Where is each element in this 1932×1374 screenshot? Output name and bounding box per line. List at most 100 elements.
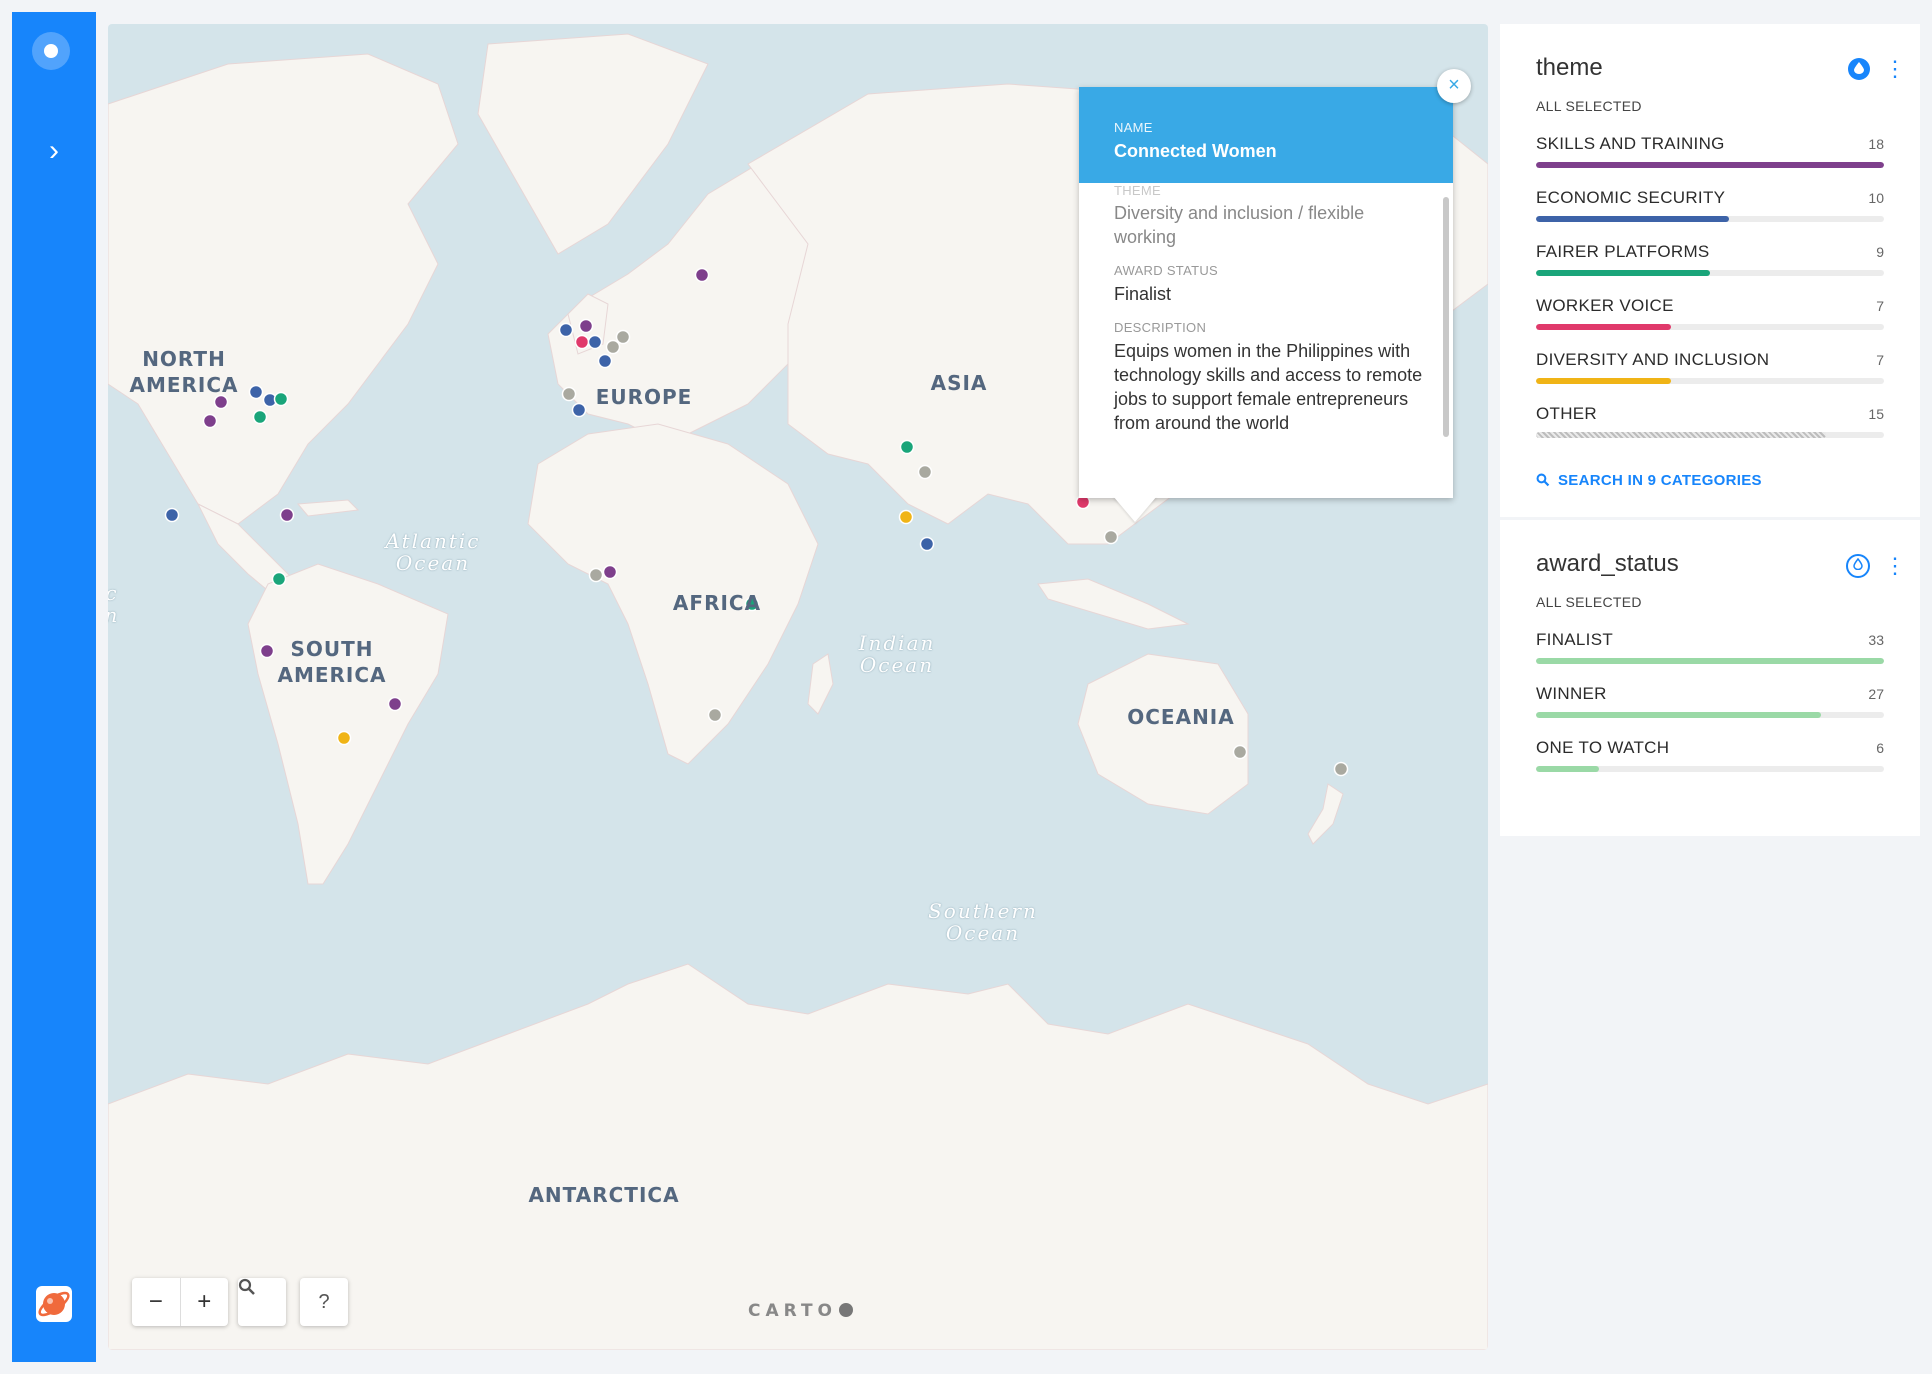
category-bar-fill <box>1536 712 1821 718</box>
continent-label-asia: ASIA <box>930 371 988 395</box>
map-marker <box>202 413 218 429</box>
category-bar-fill <box>1536 270 1710 276</box>
search-button[interactable] <box>238 1278 286 1326</box>
popup-fade <box>1079 433 1453 473</box>
color-drop-outline-icon[interactable] <box>1846 554 1870 578</box>
map-marker <box>248 384 264 400</box>
category-row[interactable]: FINALIST 33 <box>1536 630 1884 664</box>
more-options-icon[interactable]: ⋮ <box>1884 555 1906 577</box>
popup-close-button[interactable]: × <box>1437 69 1471 103</box>
map-marker <box>694 267 710 283</box>
feature-popup: NAME Connected Women THEME Diversity and… <box>1079 87 1453 498</box>
map-marker <box>259 643 275 659</box>
map-marker <box>588 567 604 583</box>
chevron-right-icon[interactable]: › <box>40 134 68 168</box>
map-marker <box>387 696 403 712</box>
more-options-icon[interactable]: ⋮ <box>1884 58 1906 80</box>
category-bar-track <box>1536 432 1884 438</box>
category-bar-track <box>1536 216 1884 222</box>
category-row[interactable]: WINNER 27 <box>1536 684 1884 718</box>
popup-body[interactable]: THEME Diversity and inclusion / flexible… <box>1079 183 1453 473</box>
category-name: OTHER <box>1536 404 1597 423</box>
category-row[interactable]: SKILLS AND TRAINING 18 <box>1536 134 1884 168</box>
continent-label-africa: AFRICA <box>672 591 762 615</box>
map-marker <box>587 334 603 350</box>
planet-logo-icon[interactable] <box>36 1286 72 1322</box>
color-drop-icon[interactable] <box>1848 58 1870 80</box>
category-row[interactable]: OTHER 15 <box>1536 404 1884 438</box>
category-name: FINALIST <box>1536 630 1614 649</box>
carto-logo-icon <box>839 1303 854 1317</box>
category-bar-track <box>1536 378 1884 384</box>
zoom-out-button[interactable]: − <box>132 1278 181 1326</box>
category-bar-track <box>1536 162 1884 168</box>
category-count: 15 <box>1868 406 1884 422</box>
category-bar-fill <box>1536 162 1884 168</box>
category-name: ONE TO WATCH <box>1536 738 1670 757</box>
theme-category-list: SKILLS AND TRAINING 18 ECONOMIC SECURITY 10… <box>1536 134 1884 438</box>
search-categories-link[interactable]: SEARCH IN 9 CATEGORIES <box>1536 472 1884 517</box>
category-row[interactable]: DIVERSITY AND INCLUSION 7 <box>1536 350 1884 384</box>
category-name: SKILLS AND TRAINING <box>1536 134 1725 153</box>
category-name: DIVERSITY AND INCLUSION <box>1536 350 1770 369</box>
widgets-panel: theme ⋮ ALL SELECTED SKILLS AND TRAINING… <box>1500 24 1920 836</box>
zoom-in-button[interactable]: + <box>181 1278 229 1326</box>
popup-theme-key: THEME <box>1114 183 1161 197</box>
search-icon <box>1536 472 1550 489</box>
continent-label-antarctica: ANTARCTICA <box>528 1183 680 1207</box>
help-button[interactable]: ? <box>300 1278 348 1326</box>
zoom-control: − + <box>132 1278 228 1326</box>
map-marker <box>898 509 914 525</box>
map-marker <box>602 564 618 580</box>
category-row[interactable]: ECONOMIC SECURITY 10 <box>1536 188 1884 222</box>
map-marker <box>574 334 590 350</box>
category-bar-track <box>1536 766 1884 772</box>
category-count: 9 <box>1876 244 1884 260</box>
category-bar-fill <box>1536 378 1672 384</box>
carto-attribution[interactable]: CARTO <box>748 1301 854 1321</box>
map-marker <box>578 318 594 334</box>
category-row[interactable]: FAIRER PLATFORMS 9 <box>1536 242 1884 276</box>
map-marker <box>707 707 723 723</box>
category-bar-fill <box>1536 324 1672 330</box>
popup-theme-value: Diversity and inclusion / flexible worki… <box>1114 203 1365 247</box>
map-marker <box>1232 744 1248 760</box>
search-icon <box>238 1278 255 1295</box>
map-marker <box>271 571 287 587</box>
map-marker <box>605 339 621 355</box>
category-bar-track <box>1536 712 1884 718</box>
award-status-widget: award_status ⋮ ALL SELECTED FINALIST 33 WI… <box>1500 520 1920 836</box>
popup-name-key: NAME <box>1114 120 1153 135</box>
popup-scrollbar[interactable] <box>1443 197 1449 437</box>
continent-label-europe: EUROPE <box>595 385 693 409</box>
category-bar-fill <box>1536 432 1826 438</box>
category-row[interactable]: ONE TO WATCH 6 <box>1536 738 1884 772</box>
award-status-widget-subtitle: ALL SELECTED <box>1536 594 1642 610</box>
category-count: 18 <box>1868 136 1884 152</box>
award-status-category-list: FINALIST 33 WINNER 27 ONE TO WATCH 6 <box>1536 630 1884 772</box>
map-marker <box>164 507 180 523</box>
popup-header: NAME Connected Women <box>1079 87 1453 183</box>
category-name: FAIRER PLATFORMS <box>1536 242 1710 261</box>
category-name: ECONOMIC SECURITY <box>1536 188 1726 207</box>
circle-dot-icon[interactable] <box>32 32 70 70</box>
map-marker <box>597 353 613 369</box>
category-name: WINNER <box>1536 684 1607 703</box>
popup-status-value: Finalist <box>1114 284 1172 304</box>
ocean-label-pacific: c n <box>108 582 122 626</box>
theme-widget: theme ⋮ ALL SELECTED SKILLS AND TRAINING… <box>1500 24 1920 517</box>
category-count: 6 <box>1876 740 1884 756</box>
map-marker <box>336 730 352 746</box>
category-count: 27 <box>1868 686 1884 702</box>
category-row[interactable]: WORKER VOICE 7 <box>1536 296 1884 330</box>
category-count: 7 <box>1876 298 1884 314</box>
category-count: 7 <box>1876 352 1884 368</box>
category-bar-track <box>1536 324 1884 330</box>
theme-widget-subtitle: ALL SELECTED <box>1536 98 1642 114</box>
category-bar-track <box>1536 270 1884 276</box>
category-bar-fill <box>1536 216 1730 222</box>
map-marker <box>615 329 631 345</box>
category-bar-fill <box>1536 658 1884 664</box>
category-bar-fill <box>1536 766 1600 772</box>
map-marker <box>279 507 295 523</box>
